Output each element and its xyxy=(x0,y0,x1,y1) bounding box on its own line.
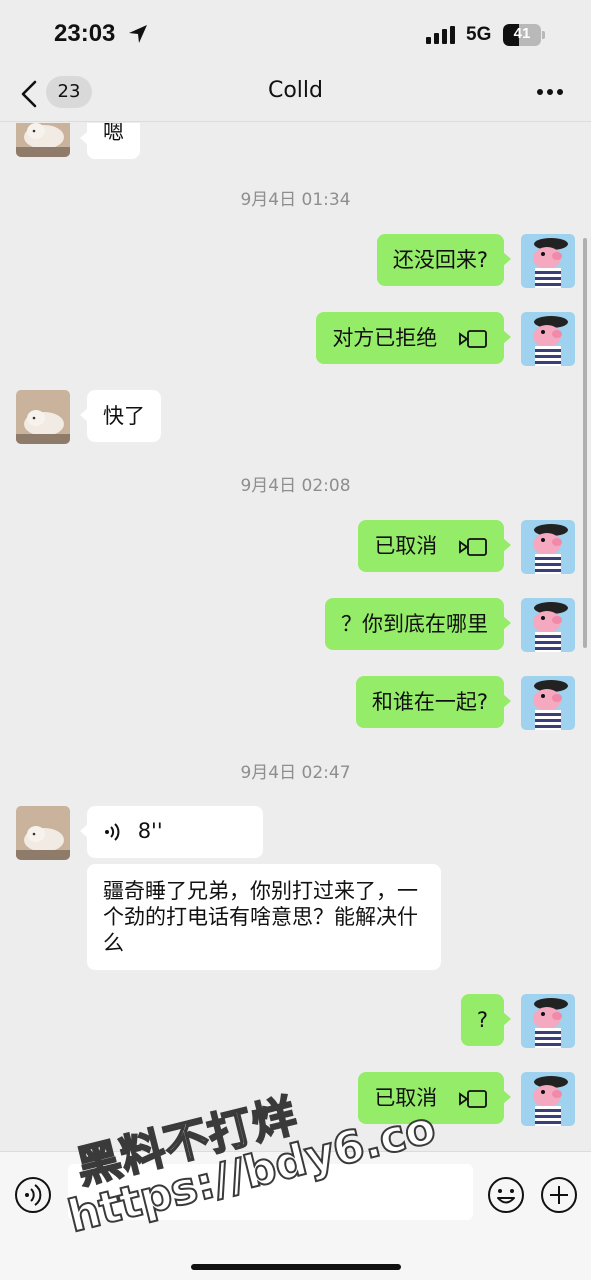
incoming-message[interactable]: 嗯 xyxy=(80,123,140,159)
message-input[interactable] xyxy=(68,1164,473,1220)
my-avatar[interactable] xyxy=(521,312,575,366)
chat-header: 23 Colld xyxy=(0,70,591,122)
message-text: 快了 xyxy=(103,404,145,428)
video-call-record[interactable]: 已取消 xyxy=(358,1072,511,1124)
message-list[interactable]: 嗯 9月4日 01:34 还没回来? 对方已拒绝 快了 9月4日 02:08 已… xyxy=(0,123,591,1151)
timestamp: 9月4日 02:08 xyxy=(240,476,351,496)
video-call-icon xyxy=(459,330,487,348)
message-text: 嗯 xyxy=(103,123,124,144)
message-text: 已取消 xyxy=(374,1086,438,1110)
input-bar xyxy=(0,1151,591,1280)
status-bar: 23:03 5G 41 xyxy=(0,0,591,70)
message-text: ? xyxy=(476,1008,488,1032)
emoji-icon[interactable] xyxy=(487,1176,525,1214)
voice-wave-icon xyxy=(105,823,120,841)
message-text: 已取消 xyxy=(374,534,438,558)
contact-avatar[interactable] xyxy=(16,390,70,444)
message-text: 对方已拒绝 xyxy=(332,326,438,350)
message-text: 还没回来? xyxy=(392,248,488,272)
message-text: 和谁在一起? xyxy=(371,690,488,714)
message-text: ？你到底在哪里 xyxy=(341,612,488,636)
timestamp: 9月4日 02:47 xyxy=(240,763,351,783)
my-avatar[interactable] xyxy=(521,676,575,730)
voice-message[interactable]: 8'' xyxy=(80,806,263,858)
my-avatar[interactable] xyxy=(521,994,575,1048)
network-type: 5G xyxy=(466,24,492,45)
contact-avatar[interactable] xyxy=(16,123,70,157)
video-call-record[interactable]: 对方已拒绝 xyxy=(316,312,511,364)
video-call-icon xyxy=(459,538,487,556)
battery-percent: 41 xyxy=(513,25,531,42)
my-avatar[interactable] xyxy=(521,598,575,652)
battery-icon: 41 xyxy=(503,24,545,46)
outgoing-message[interactable]: ? xyxy=(460,994,512,1046)
video-call-record[interactable]: 已取消 xyxy=(358,520,511,572)
status-time: 23:03 xyxy=(54,20,116,47)
my-avatar[interactable] xyxy=(521,234,575,288)
outgoing-message[interactable]: 和谁在一起? xyxy=(355,676,512,728)
contact-avatar[interactable] xyxy=(16,806,70,860)
more-dots-icon[interactable] xyxy=(536,88,564,96)
voice-mode-icon[interactable] xyxy=(14,1176,52,1214)
video-call-icon xyxy=(459,1090,487,1108)
incoming-message[interactable]: 疆奇睡了兄弟，你别打过来了，一个劲的打电话有啥意思？能解决什么 xyxy=(87,864,441,970)
outgoing-message[interactable]: 还没回来? xyxy=(376,234,512,286)
incoming-message[interactable]: 快了 xyxy=(80,390,161,442)
message-text: 疆奇睡了兄弟，你别打过来了，一个劲的打电话有啥意思？能解决什么 xyxy=(103,879,418,955)
home-indicator[interactable] xyxy=(191,1264,401,1270)
timestamp: 9月4日 01:34 xyxy=(240,190,351,210)
location-arrow-icon xyxy=(129,25,147,43)
voice-duration: 8'' xyxy=(137,819,163,843)
my-avatar[interactable] xyxy=(521,520,575,574)
cellular-signal-icon xyxy=(426,26,455,44)
scrollbar[interactable] xyxy=(583,238,587,648)
my-avatar[interactable] xyxy=(521,1072,575,1126)
chat-title: Colld xyxy=(267,78,323,103)
plus-icon[interactable] xyxy=(540,1176,578,1214)
outgoing-message[interactable]: ？你到底在哪里 xyxy=(325,598,511,650)
